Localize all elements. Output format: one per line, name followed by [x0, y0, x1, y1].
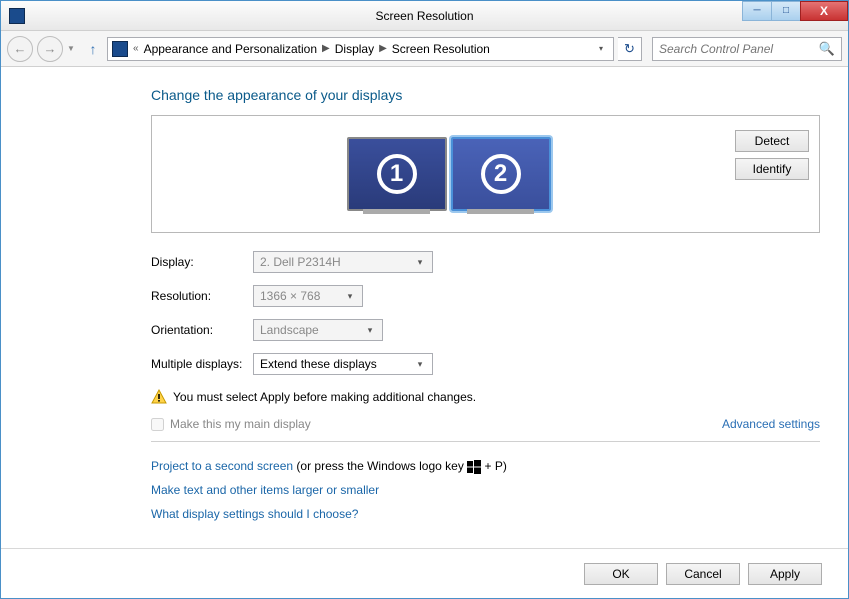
- chevron-down-icon: ▾: [362, 325, 378, 336]
- warning-text: You must select Apply before making addi…: [173, 390, 476, 404]
- window-title: Screen Resolution: [1, 9, 848, 23]
- address-icon: [112, 41, 128, 57]
- warning-icon: [151, 389, 167, 405]
- refresh-icon: ↻: [624, 41, 635, 57]
- minimize-icon: ─: [753, 5, 760, 16]
- breadcrumb-prefix: «: [133, 43, 139, 54]
- chevron-down-icon: ▾: [412, 257, 428, 268]
- nav-history-dropdown[interactable]: ▼: [67, 44, 79, 53]
- resolution-value: 1366 × 768: [260, 289, 320, 303]
- resolution-select[interactable]: 1366 × 768 ▾: [253, 285, 363, 307]
- project-suffix-b: + P): [481, 459, 507, 473]
- search-input[interactable]: [659, 42, 819, 56]
- ok-button[interactable]: OK: [584, 563, 658, 585]
- monitor-2-number: 2: [481, 154, 521, 194]
- up-icon: ↑: [90, 41, 97, 57]
- display-value: 2. Dell P2314H: [260, 255, 341, 269]
- forward-icon: →: [44, 41, 57, 56]
- warning-row: You must select Apply before making addi…: [151, 389, 820, 405]
- chevron-down-icon: ▾: [412, 359, 428, 370]
- detect-button[interactable]: Detect: [735, 130, 809, 152]
- titlebar: Screen Resolution ─ □ X: [1, 1, 848, 31]
- project-second-screen-link[interactable]: Project to a second screen: [151, 459, 293, 473]
- breadcrumb-seg-1[interactable]: Display: [335, 42, 374, 56]
- monitor-1-number: 1: [377, 154, 417, 194]
- display-select[interactable]: 2. Dell P2314H ▾: [253, 251, 433, 273]
- footer: OK Cancel Apply: [1, 548, 848, 598]
- windows-logo-icon: [467, 460, 481, 474]
- resolution-label: Resolution:: [151, 289, 253, 303]
- search-box[interactable]: 🔍: [652, 37, 842, 61]
- close-button[interactable]: X: [800, 1, 848, 21]
- forward-button[interactable]: →: [37, 36, 63, 62]
- page-title: Change the appearance of your displays: [151, 87, 820, 103]
- address-dropdown[interactable]: ▾: [593, 38, 609, 60]
- display-settings-help-link[interactable]: What display settings should I choose?: [151, 507, 358, 521]
- multiple-displays-select[interactable]: Extend these displays ▾: [253, 353, 433, 375]
- multiple-displays-value: Extend these displays: [260, 357, 377, 371]
- breadcrumb-seg-0[interactable]: Appearance and Personalization: [144, 42, 317, 56]
- chevron-right-icon: ▶: [322, 43, 330, 54]
- chevron-down-icon: ▾: [342, 291, 358, 302]
- back-button[interactable]: ←: [7, 36, 33, 62]
- orientation-value: Landscape: [260, 323, 319, 337]
- cancel-button[interactable]: Cancel: [666, 563, 740, 585]
- multiple-displays-label: Multiple displays:: [151, 357, 253, 371]
- breadcrumb-seg-2[interactable]: Screen Resolution: [392, 42, 490, 56]
- monitor-stand: [467, 209, 534, 214]
- orientation-select[interactable]: Landscape ▾: [253, 319, 383, 341]
- search-icon[interactable]: 🔍: [819, 41, 835, 57]
- content: Change the appearance of your displays 1…: [1, 67, 848, 548]
- orientation-label: Orientation:: [151, 323, 253, 337]
- chevron-right-icon: ▶: [379, 43, 387, 54]
- links-section: Project to a second screen (or press the…: [151, 454, 820, 526]
- up-button[interactable]: ↑: [83, 39, 103, 59]
- display-label: Display:: [151, 255, 253, 269]
- identify-button[interactable]: Identify: [735, 158, 809, 180]
- close-icon: X: [820, 4, 828, 18]
- back-icon: ←: [14, 41, 27, 56]
- maximize-button[interactable]: □: [771, 1, 801, 21]
- app-icon: [9, 8, 25, 24]
- text-size-link[interactable]: Make text and other items larger or smal…: [151, 483, 379, 497]
- project-suffix-a: (or press the Windows logo key: [293, 459, 467, 473]
- main-display-label: Make this my main display: [170, 417, 311, 431]
- monitor-1[interactable]: 1: [347, 137, 447, 211]
- navbar: ← → ▼ ↑ « Appearance and Personalization…: [1, 31, 848, 67]
- display-arrangement-box[interactable]: 1 2 Detect Identify: [151, 115, 820, 233]
- monitor-2[interactable]: 2: [451, 137, 551, 211]
- maximize-icon: □: [783, 5, 789, 16]
- advanced-settings-link[interactable]: Advanced settings: [722, 417, 820, 431]
- refresh-button[interactable]: ↻: [618, 37, 642, 61]
- minimize-button[interactable]: ─: [742, 1, 772, 21]
- address-bar[interactable]: « Appearance and Personalization ▶ Displ…: [107, 37, 614, 61]
- monitor-stand: [363, 209, 430, 214]
- apply-button[interactable]: Apply: [748, 563, 822, 585]
- main-display-checkbox: [151, 418, 164, 431]
- main-display-row: Make this my main display Advanced setti…: [151, 417, 820, 442]
